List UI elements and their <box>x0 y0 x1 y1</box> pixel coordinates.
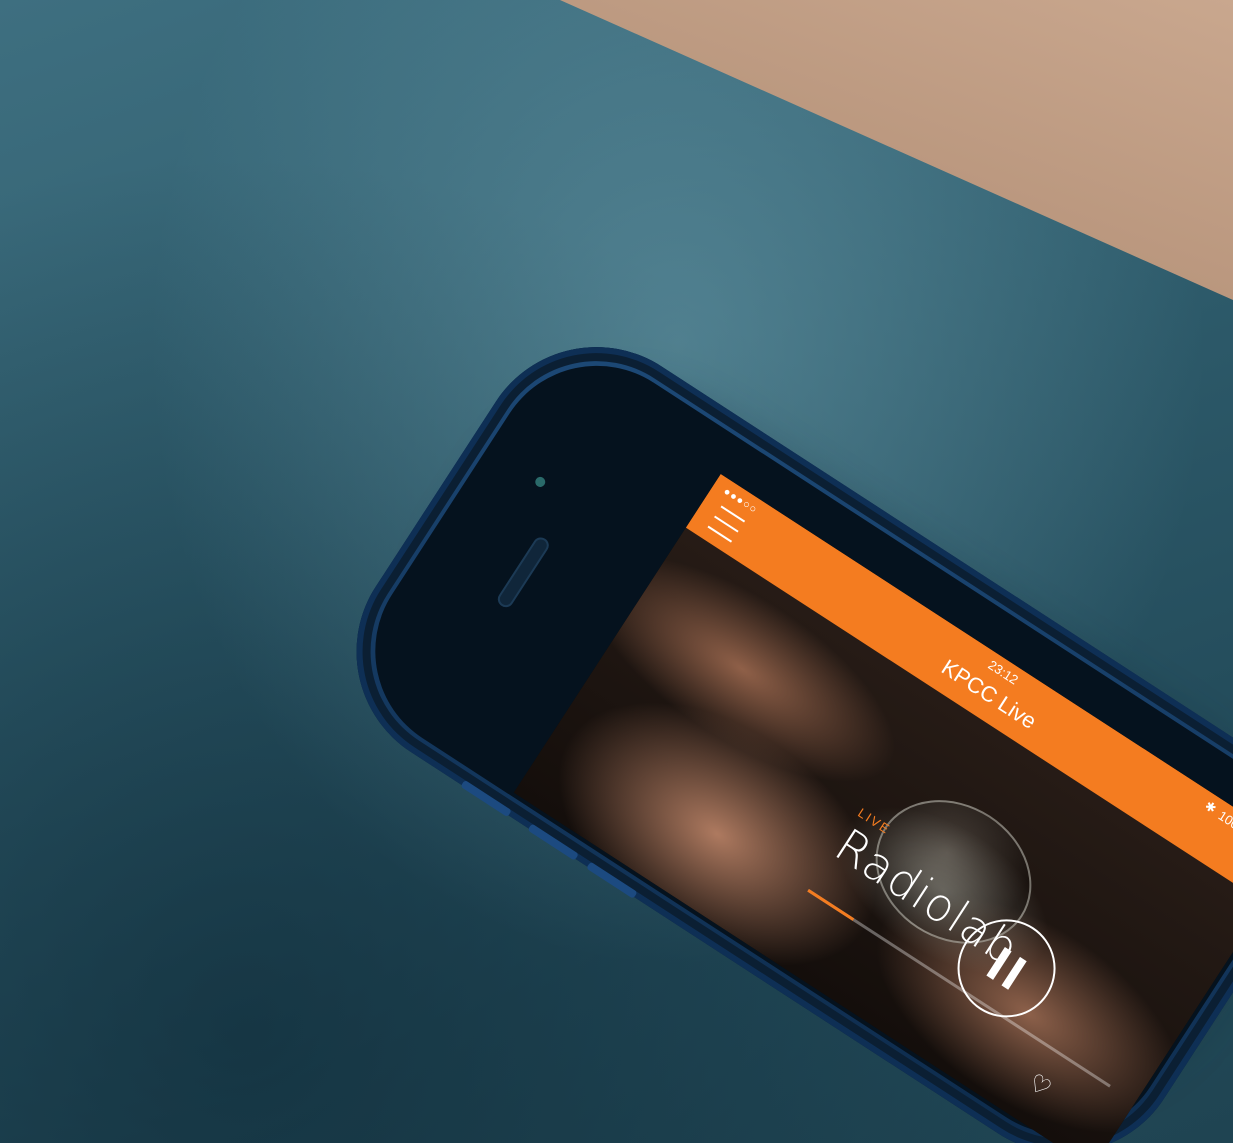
pause-icon-bar <box>1001 956 1027 990</box>
photo-scene: ●●●○○ 23:12 ✱ 100% KPCC Live LIVE Radiol… <box>0 0 1233 1143</box>
earpiece-speaker <box>494 534 552 611</box>
front-camera-icon <box>533 475 548 489</box>
